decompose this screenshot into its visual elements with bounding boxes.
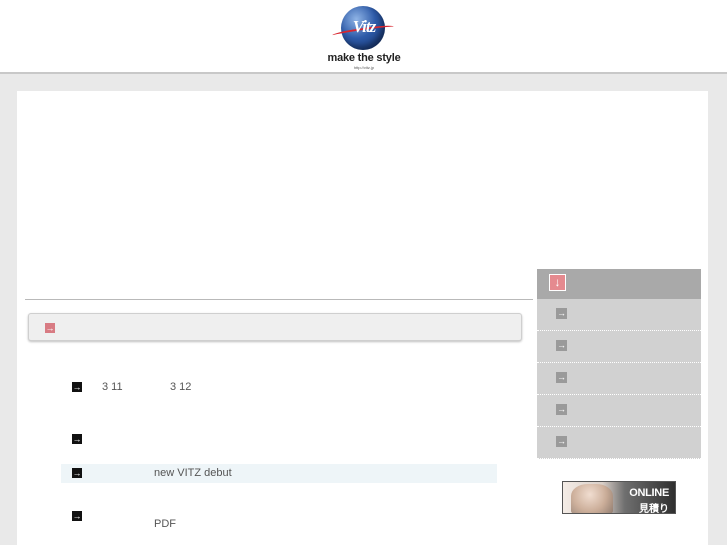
section-arrow-right-icon: →	[45, 323, 55, 333]
arrow-right-icon: →	[556, 404, 567, 415]
arrow-right-icon: →	[72, 468, 82, 478]
side-menu: ↓ → → → → →	[537, 269, 701, 459]
side-menu-item[interactable]: →	[537, 363, 701, 395]
site-header: Vitz make the style http://vitz.jp	[0, 0, 727, 74]
news-item[interactable]: → 3 11 3 12	[61, 378, 497, 397]
online-estimate-banner[interactable]: ONLINE 見積り	[562, 481, 676, 514]
news-date-end: 3 12	[170, 381, 192, 393]
news-title: new VITZ debut	[154, 467, 232, 479]
news-pdf-label: PDF	[154, 518, 176, 530]
news-date-start: 3 11	[102, 381, 123, 393]
side-menu-item[interactable]: →	[537, 427, 701, 459]
side-menu-item[interactable]: →	[537, 331, 701, 363]
side-menu-item[interactable]: →	[537, 299, 701, 331]
news-item[interactable]: → new VITZ debut	[61, 464, 497, 483]
arrow-right-icon: →	[556, 308, 567, 319]
news-item[interactable]: →	[61, 430, 497, 449]
news-section-header: →	[28, 313, 522, 341]
arrow-down-icon: ↓	[549, 274, 566, 291]
banner-person-image	[571, 484, 613, 513]
vitz-logo[interactable]: Vitz make the style http://vitz.jp	[322, 4, 406, 70]
logo-tagline: make the style	[327, 52, 401, 64]
arrow-right-icon: →	[72, 511, 82, 521]
arrow-right-icon: →	[72, 382, 82, 392]
side-menu-item[interactable]: →	[537, 395, 701, 427]
arrow-right-icon: →	[556, 340, 567, 351]
logo-mark: Vitz	[352, 17, 376, 36]
arrow-right-icon: →	[556, 372, 567, 383]
arrow-right-icon: →	[556, 436, 567, 447]
content-divider	[25, 299, 533, 300]
banner-online-label: ONLINE	[629, 487, 669, 499]
side-menu-header: ↓	[537, 269, 701, 299]
banner-estimate-label: 見積り	[639, 504, 669, 514]
logo-url: http://vitz.jp	[353, 65, 375, 70]
arrow-right-icon: →	[72, 434, 82, 444]
news-item[interactable]: → PDF	[61, 507, 497, 535]
